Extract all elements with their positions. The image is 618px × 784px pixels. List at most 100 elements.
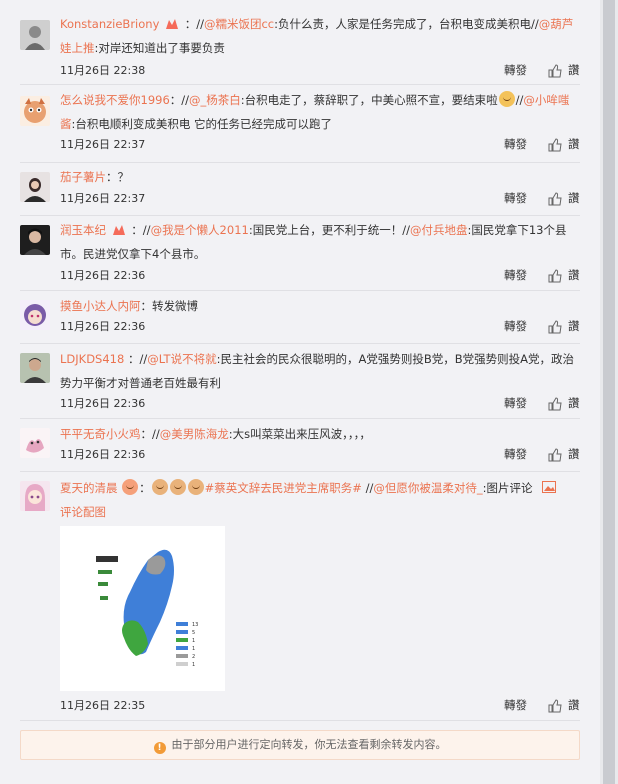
forward-list-panel: KonstanzieBriony ：//@糯米饭团cc:负什么责，人家是任务完成… (0, 0, 600, 784)
comment-time: 11月26日 22:37 (60, 138, 146, 151)
avatar[interactable] (20, 172, 50, 202)
emoji-icon (169, 479, 186, 495)
forward-button[interactable]: 轉發 (504, 697, 527, 713)
comment-time: 11月26日 22:35 (60, 699, 146, 712)
comment-meta: 11月26日 22:38 轉發 讚 (60, 62, 580, 82)
legend-value: 1 (192, 638, 195, 644)
like-icon[interactable] (548, 448, 562, 462)
comment-item: KonstanzieBriony ：//@糯米饭团cc:负什么责，人家是任务完成… (20, 10, 580, 85)
comment-item: 怎么说我不爱你1996：//@_杨茶白:台积电走了，蔡辞职了，中美心照不宣，要结… (20, 84, 580, 163)
comment-time: 11月26日 22:36 (60, 448, 146, 461)
emoji-icon (498, 91, 515, 107)
mention-link[interactable]: @付兵地盘 (410, 223, 468, 237)
comment-item: 平平无奇小火鸡：//@美男陈海龙:大s叫菜菜出来压风波，，，， 11月26日 2… (20, 418, 580, 472)
comment-text: 怎么说我不爱你1996：//@_杨茶白:台积电走了，蔡辞职了，中美心照不宣，要结… (60, 91, 570, 131)
mention-link[interactable]: @但愿你被温柔对待_ (373, 481, 482, 495)
avatar[interactable] (20, 353, 50, 383)
mention-link[interactable]: @糯米饭团cc (204, 17, 274, 31)
comment-time: 11月26日 22:36 (60, 397, 146, 410)
emoji-icon (187, 479, 204, 495)
like-icon[interactable] (548, 269, 562, 283)
mention-link[interactable]: @_杨茶白 (189, 93, 241, 107)
forward-button[interactable]: 轉發 (504, 190, 527, 206)
comment-item: 夏天的清晨 ： #蔡英文辞去民进党主席职务# //@但愿你被温柔对待_:图片评论 … (20, 471, 580, 721)
mention-link[interactable]: @我是个懒人2011 (151, 223, 249, 237)
like-button[interactable]: 讚 (568, 318, 580, 334)
comment-meta: 11月26日 22:37 轉發 讚 (60, 136, 580, 156)
comment-item: 摸鱼小达人内阿：转发微博 11月26日 22:36 轉發 讚 (20, 290, 580, 344)
avatar[interactable] (20, 225, 50, 255)
scrollbar-thumb[interactable] (603, 0, 615, 784)
comment-user[interactable]: 怎么说我不爱你1996 (60, 93, 170, 107)
comment-user[interactable]: KonstanzieBriony (60, 17, 159, 31)
bottom-toolbar (0, 772, 600, 784)
comment-meta: 11月26日 22:36 轉發 讚 (60, 446, 580, 466)
forward-button[interactable]: 轉發 (504, 446, 527, 462)
mention-link[interactable]: @LT说不将就 (147, 352, 216, 366)
like-icon[interactable] (548, 138, 562, 152)
legend-value: 13 (192, 622, 198, 628)
comment-user[interactable]: 摸鱼小达人内阿 (60, 299, 141, 313)
avatar[interactable] (20, 96, 50, 126)
comment-meta: 11月26日 22:36 轉發 讚 (60, 395, 580, 415)
comment-time: 11月26日 22:36 (60, 320, 146, 333)
comment-meta: 11月26日 22:36 轉發 讚 (60, 267, 580, 287)
comment-text: 茄子薯片：？ (60, 170, 129, 184)
avatar[interactable] (20, 428, 50, 458)
forward-button[interactable]: 轉發 (504, 395, 527, 411)
forward-button[interactable]: 轉發 (504, 136, 527, 152)
restricted-forward-notice: ! 由于部分用户进行定向转发，你无法查看剩余转发内容。 (20, 730, 580, 760)
comment-meta: 11月26日 22:36 轉發 讚 (60, 318, 580, 338)
comment-user[interactable]: 夏天的清晨 (60, 481, 118, 495)
crown-icon (166, 19, 179, 29)
like-button[interactable]: 讚 (568, 136, 580, 152)
comment-text: 摸鱼小达人内阿：转发微博 (60, 299, 198, 313)
like-icon[interactable] (548, 320, 562, 334)
forward-button[interactable]: 轉發 (504, 62, 527, 78)
forward-button[interactable]: 轉發 (504, 318, 527, 334)
comment-user[interactable]: 茄子薯片 (60, 170, 106, 184)
like-icon[interactable] (548, 699, 562, 713)
legend-value: 1 (192, 646, 195, 652)
forward-button[interactable]: 轉發 (504, 267, 527, 283)
legend-value: 1 (192, 662, 195, 668)
like-button[interactable]: 讚 (568, 267, 580, 283)
like-button[interactable]: 讚 (568, 446, 580, 462)
like-button[interactable]: 讚 (568, 395, 580, 411)
comment-text: 平平无奇小火鸡：//@美男陈海龙:大s叫菜菜出来压风波，，，， (60, 427, 371, 441)
like-icon[interactable] (548, 192, 562, 206)
notice-text: 由于部分用户进行定向转发，你无法查看剩余转发内容。 (171, 738, 447, 751)
comment-item: 茄子薯片：？ 11月26日 22:37 轉發 讚 (20, 162, 580, 216)
comment-meta: 11月26日 22:35 轉發 讚 (60, 697, 580, 717)
mention-link[interactable]: @美男陈海龙 (160, 427, 229, 441)
like-icon[interactable] (548, 397, 562, 411)
comment-text: 夏天的清晨 ： #蔡英文辞去民进党主席职务# //@但愿你被温柔对待_:图片评论 … (60, 476, 580, 524)
comment-user[interactable]: 平平无奇小火鸡 (60, 427, 141, 441)
like-button[interactable]: 讚 (568, 697, 580, 713)
like-button[interactable]: 讚 (568, 62, 580, 78)
like-button[interactable]: 讚 (568, 190, 580, 206)
avatar[interactable] (20, 300, 50, 330)
topic-link[interactable]: #蔡英文辞去民进党主席职务# (205, 481, 362, 495)
comment-image-link[interactable]: 评论配图 (60, 505, 106, 519)
comment-user[interactable]: 润玉本纪 (60, 223, 106, 237)
legend-value: 5 (192, 630, 195, 636)
crown-icon (112, 225, 125, 235)
avatar[interactable] (20, 481, 50, 511)
emoji-icon (151, 479, 168, 495)
comment-text: 润玉本纪 ：//@我是个懒人2011:国民党上台，更不利于统一！//@付兵地盘:… (60, 223, 567, 261)
comment-meta: 11月26日 22:37 轉發 讚 (60, 190, 580, 210)
comment-time: 11月26日 22:38 (60, 64, 146, 77)
like-icon[interactable] (548, 64, 562, 78)
emoji-icon (122, 479, 139, 495)
comment-time: 11月26日 22:37 (60, 192, 146, 205)
comment-item: 润玉本纪 ：//@我是个懒人2011:国民党上台，更不利于统一！//@付兵地盘:… (20, 215, 580, 291)
avatar[interactable] (20, 20, 50, 50)
comment-item: LDJKDS418 ：//@LT说不将就:民主社会的民众很聪明的，A党强势则投B… (20, 343, 580, 419)
warning-icon: ! (153, 742, 166, 754)
picture-icon[interactable] (542, 481, 557, 493)
comment-time: 11月26日 22:36 (60, 269, 146, 282)
comment-user[interactable]: LDJKDS418 (60, 352, 124, 366)
comment-text: KonstanzieBriony ：//@糯米饭团cc:负什么责，人家是任务完成… (60, 17, 574, 55)
comment-image[interactable]: 13 5 1 1 2 1 (60, 526, 225, 691)
